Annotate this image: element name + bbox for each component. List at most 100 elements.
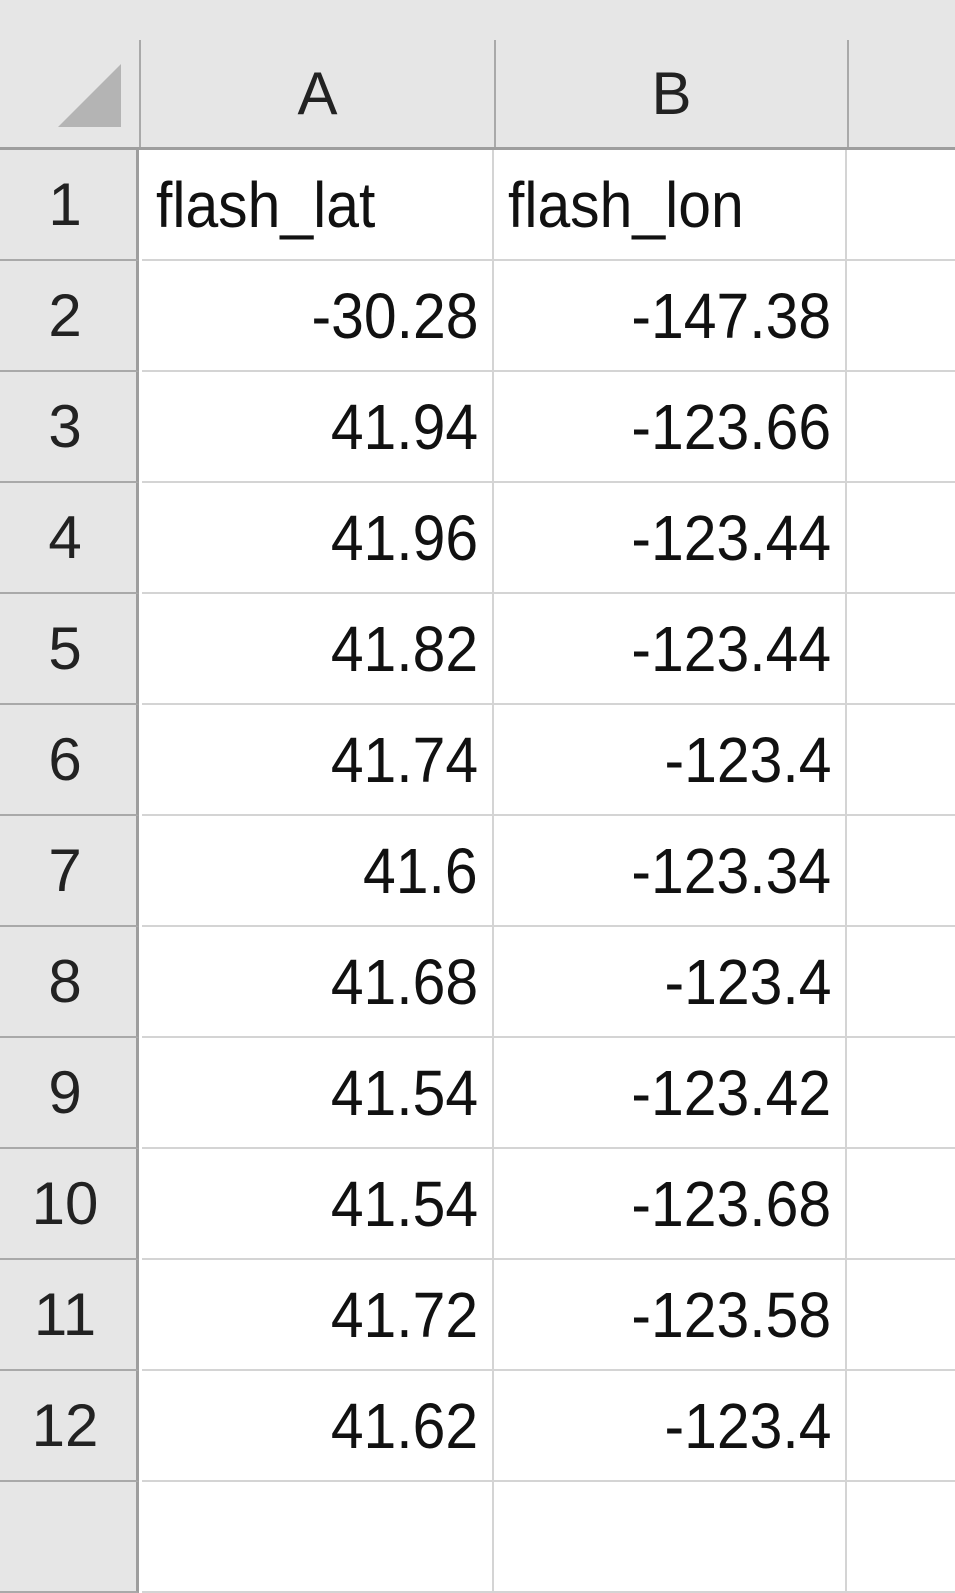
table-row: 7 41.6 -123.34 <box>0 816 955 927</box>
row-header[interactable]: 2 <box>0 261 139 372</box>
row-number: 6 <box>48 726 82 793</box>
row-number: 9 <box>48 1059 82 1126</box>
column-header-a[interactable]: A <box>139 40 494 147</box>
cell-value: -123.42 <box>631 1056 831 1129</box>
select-all-button[interactable] <box>0 40 139 147</box>
cell-B12[interactable]: -123.4 <box>494 1371 847 1482</box>
cell-B13[interactable] <box>494 1482 847 1593</box>
table-row: 10 41.54 -123.68 <box>0 1149 955 1260</box>
cell-value: flash_lon <box>508 168 744 241</box>
cell-value: -123.58 <box>631 1278 831 1351</box>
cell-A7[interactable]: 41.6 <box>142 816 494 927</box>
table-row: 12 41.62 -123.4 <box>0 1371 955 1482</box>
cell-A3[interactable]: 41.94 <box>142 372 494 483</box>
row-number: 8 <box>48 948 82 1015</box>
row-header[interactable]: 1 <box>0 150 139 261</box>
cell-value: -123.4 <box>664 945 831 1018</box>
table-row: 1 flash_lat flash_lon <box>0 150 955 261</box>
row-number: 12 <box>31 1392 99 1459</box>
row-header[interactable]: 5 <box>0 594 139 705</box>
row-number: 5 <box>48 615 82 682</box>
cell-value: -123.44 <box>631 612 831 685</box>
cell-A11[interactable]: 41.72 <box>142 1260 494 1371</box>
row-number: 3 <box>48 393 82 460</box>
column-header-row: A B <box>0 40 955 150</box>
cell-B2[interactable]: -147.38 <box>494 261 847 372</box>
cell-A1[interactable]: flash_lat <box>142 150 494 261</box>
cell-B1[interactable]: flash_lon <box>494 150 847 261</box>
cell-A4[interactable]: 41.96 <box>142 483 494 594</box>
column-header-label: A <box>297 60 338 127</box>
cell-value: 41.6 <box>363 834 478 907</box>
column-header-b[interactable]: B <box>494 40 847 147</box>
spreadsheet-grid: A B 1 flash_lat flash_lon 2 -30.28 -147.38 3 41… <box>0 0 955 1593</box>
row-number: 4 <box>48 504 82 571</box>
cell-value: 41.54 <box>330 1056 478 1129</box>
cell-C6[interactable] <box>847 705 955 816</box>
cell-C12[interactable] <box>847 1371 955 1482</box>
cell-value: -147.38 <box>631 279 831 352</box>
cell-value: -123.68 <box>631 1167 831 1240</box>
row-header[interactable]: 7 <box>0 816 139 927</box>
table-row: 5 41.82 -123.44 <box>0 594 955 705</box>
cell-A9[interactable]: 41.54 <box>142 1038 494 1149</box>
cell-B7[interactable]: -123.34 <box>494 816 847 927</box>
cell-A12[interactable]: 41.62 <box>142 1371 494 1482</box>
cell-value: 41.54 <box>330 1167 478 1240</box>
row-header[interactable]: 6 <box>0 705 139 816</box>
table-row: 2 -30.28 -147.38 <box>0 261 955 372</box>
cell-value: -123.44 <box>631 501 831 574</box>
row-number: 2 <box>48 282 82 349</box>
table-row <box>0 1482 955 1593</box>
cell-value: 41.74 <box>330 723 478 796</box>
row-header[interactable]: 4 <box>0 483 139 594</box>
cell-C9[interactable] <box>847 1038 955 1149</box>
cell-B5[interactable]: -123.44 <box>494 594 847 705</box>
cell-C11[interactable] <box>847 1260 955 1371</box>
row-header[interactable]: 8 <box>0 927 139 1038</box>
cell-B6[interactable]: -123.4 <box>494 705 847 816</box>
cell-C3[interactable] <box>847 372 955 483</box>
cell-value: -123.34 <box>631 834 831 907</box>
cell-B8[interactable]: -123.4 <box>494 927 847 1038</box>
table-row: 4 41.96 -123.44 <box>0 483 955 594</box>
cell-C5[interactable] <box>847 594 955 705</box>
cell-value: 41.68 <box>330 945 478 1018</box>
cell-A6[interactable]: 41.74 <box>142 705 494 816</box>
cell-B4[interactable]: -123.44 <box>494 483 847 594</box>
cell-A13[interactable] <box>142 1482 494 1593</box>
select-all-triangle-icon <box>58 64 121 127</box>
column-header-c[interactable] <box>847 40 955 147</box>
cell-C7[interactable] <box>847 816 955 927</box>
table-row: 8 41.68 -123.4 <box>0 927 955 1038</box>
row-header[interactable] <box>0 1482 139 1593</box>
row-header[interactable]: 9 <box>0 1038 139 1149</box>
row-header[interactable]: 12 <box>0 1371 139 1482</box>
row-header[interactable]: 3 <box>0 372 139 483</box>
table-row: 11 41.72 -123.58 <box>0 1260 955 1371</box>
cell-A10[interactable]: 41.54 <box>142 1149 494 1260</box>
cell-value: 41.62 <box>330 1389 478 1462</box>
cell-A5[interactable]: 41.82 <box>142 594 494 705</box>
row-header[interactable]: 10 <box>0 1149 139 1260</box>
cell-C10[interactable] <box>847 1149 955 1260</box>
row-header[interactable]: 11 <box>0 1260 139 1371</box>
cell-B3[interactable]: -123.66 <box>494 372 847 483</box>
cell-C13[interactable] <box>847 1482 955 1593</box>
cell-value: -123.4 <box>664 1389 831 1462</box>
cell-value: 41.72 <box>330 1278 478 1351</box>
cell-value: 41.96 <box>330 501 478 574</box>
cell-B9[interactable]: -123.42 <box>494 1038 847 1149</box>
row-number: 1 <box>48 171 82 238</box>
toolbar-strip <box>0 0 955 40</box>
cell-A2[interactable]: -30.28 <box>142 261 494 372</box>
cell-C4[interactable] <box>847 483 955 594</box>
cell-B11[interactable]: -123.58 <box>494 1260 847 1371</box>
cell-A8[interactable]: 41.68 <box>142 927 494 1038</box>
table-row: 6 41.74 -123.4 <box>0 705 955 816</box>
cell-B10[interactable]: -123.68 <box>494 1149 847 1260</box>
cell-C1[interactable] <box>847 150 955 261</box>
cell-C8[interactable] <box>847 927 955 1038</box>
cell-C2[interactable] <box>847 261 955 372</box>
row-number: 10 <box>31 1170 99 1237</box>
